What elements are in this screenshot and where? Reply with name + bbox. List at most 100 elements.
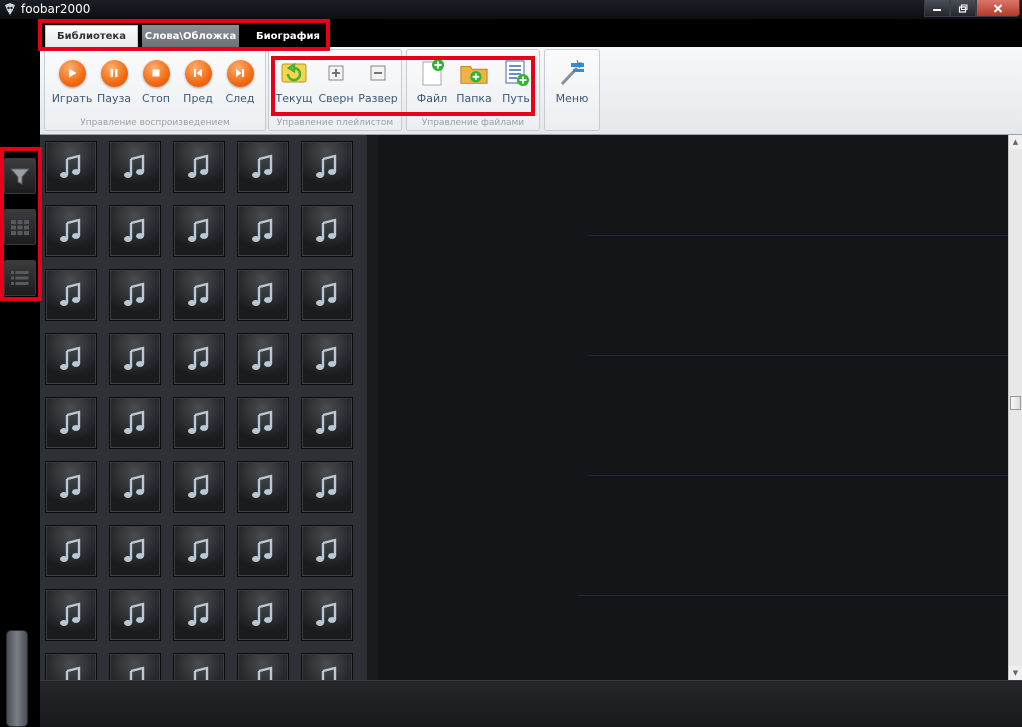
music-note-icon	[316, 346, 337, 370]
album-thumbnail[interactable]	[45, 461, 97, 513]
album-thumbnail[interactable]	[237, 589, 289, 641]
album-thumbnail[interactable]	[237, 205, 289, 257]
add-folder-button[interactable]: Папка	[453, 56, 495, 112]
next-label: След	[225, 92, 255, 105]
album-thumbnail[interactable]	[301, 397, 353, 449]
previous-button[interactable]: Пред	[177, 56, 219, 112]
music-note-icon	[188, 410, 209, 434]
music-note-icon	[316, 538, 337, 562]
album-thumbnail[interactable]	[173, 653, 225, 680]
menu-button[interactable]: Меню	[551, 56, 593, 112]
playlist-scrollbar[interactable]: ▲ ▼	[1008, 135, 1022, 680]
album-thumbnail[interactable]	[237, 269, 289, 321]
music-note-icon	[321, 666, 337, 680]
album-thumbnail[interactable]	[109, 589, 161, 641]
album-thumbnail[interactable]	[109, 141, 161, 193]
album-thumbnail[interactable]	[109, 653, 161, 680]
close-button[interactable]	[976, 0, 1020, 17]
album-thumbnail[interactable]	[301, 589, 353, 641]
pause-button[interactable]: Пауза	[93, 56, 135, 112]
album-thumbnail[interactable]	[109, 525, 161, 577]
current-playlist-button[interactable]: Текущ	[273, 56, 315, 112]
album-thumbnail[interactable]	[45, 205, 97, 257]
album-thumbnail[interactable]	[237, 397, 289, 449]
filter-button[interactable]	[4, 158, 36, 194]
album-thumbnail[interactable]	[173, 589, 225, 641]
album-thumbnail[interactable]	[173, 269, 225, 321]
album-thumbnail[interactable]	[109, 205, 161, 257]
album-thumbnail[interactable]	[237, 525, 289, 577]
close-icon	[993, 3, 1003, 13]
album-thumbnail[interactable]	[301, 141, 353, 193]
music-note-icon	[252, 346, 273, 370]
next-button[interactable]: След	[219, 56, 261, 112]
add-path-button[interactable]: Путь	[495, 56, 537, 112]
previous-icon	[184, 59, 212, 87]
foobar2000-window: foobar2000 Библиотека Слова\Обложка Биог…	[0, 0, 1022, 727]
album-thumbnail[interactable]	[173, 461, 225, 513]
album-thumbnail[interactable]	[173, 397, 225, 449]
album-thumbnail[interactable]	[45, 397, 97, 449]
current-playlist-icon	[279, 58, 309, 88]
expand-icon	[363, 58, 393, 88]
stop-icon	[142, 59, 170, 87]
album-thumbnail[interactable]	[301, 461, 353, 513]
playlist-scroll-thumb[interactable]	[1010, 396, 1021, 410]
album-thumbnail[interactable]	[237, 461, 289, 513]
album-thumbnail[interactable]	[109, 397, 161, 449]
scroll-up-arrow-icon[interactable]: ▲	[1009, 135, 1022, 149]
music-note-icon	[188, 282, 209, 306]
stop-label: Стоп	[141, 92, 170, 105]
minimize-button[interactable]	[924, 0, 950, 17]
expand-button[interactable]: Развер	[357, 56, 399, 112]
stop-button[interactable]: Стоп	[135, 56, 177, 112]
album-thumbnail[interactable]	[237, 141, 289, 193]
album-thumbnail[interactable]	[45, 525, 97, 577]
tab-lyrics-cover[interactable]: Слова\Обложка	[142, 25, 239, 47]
album-thumbnail[interactable]	[301, 525, 353, 577]
grid-view-button[interactable]	[4, 209, 36, 245]
tab-library[interactable]: Библиотека	[45, 25, 138, 47]
music-note-icon	[252, 282, 273, 306]
list-view-button[interactable]	[4, 260, 36, 296]
album-thumbnail[interactable]	[173, 205, 225, 257]
left-scroll-handle[interactable]	[6, 630, 28, 727]
album-thumbnail[interactable]	[45, 653, 97, 680]
album-thumbnail[interactable]	[45, 333, 97, 385]
album-thumbnail[interactable]	[301, 269, 353, 321]
ribbon-toolbar: Играть Пауза Стоп Пред След Управление в…	[40, 47, 1022, 135]
restore-button[interactable]	[950, 0, 976, 17]
music-note-icon	[65, 666, 81, 680]
album-thumbnail[interactable]	[173, 525, 225, 577]
album-thumbnail[interactable]	[45, 141, 97, 193]
album-thumbnail[interactable]	[237, 653, 289, 680]
album-thumbnail[interactable]	[173, 333, 225, 385]
album-thumbnail[interactable]	[109, 461, 161, 513]
music-note-icon	[188, 538, 209, 562]
album-thumbnail[interactable]	[173, 141, 225, 193]
playlist-group: Текущ Сверн Развер Управление плейлистом	[268, 49, 402, 131]
scroll-down-arrow-icon[interactable]: ▼	[1009, 666, 1022, 680]
play-label: Играть	[51, 92, 93, 105]
album-thumbnail[interactable]	[301, 653, 353, 680]
collapse-button[interactable]: Сверн	[315, 56, 357, 112]
album-thumbnail[interactable]	[301, 205, 353, 257]
music-note-icon	[124, 410, 145, 434]
album-thumbnail[interactable]	[45, 269, 97, 321]
album-thumbnail[interactable]	[301, 333, 353, 385]
music-note-icon	[316, 474, 337, 498]
music-note-icon	[188, 602, 209, 626]
album-thumbnail[interactable]	[45, 589, 97, 641]
add-file-button[interactable]: Файл	[411, 56, 453, 112]
music-note-icon	[60, 410, 81, 434]
album-thumbnail[interactable]	[109, 269, 161, 321]
album-thumbnail[interactable]	[237, 333, 289, 385]
previous-label: Пред	[183, 92, 213, 105]
play-button[interactable]: Играть	[51, 56, 93, 112]
album-thumbnail[interactable]	[109, 333, 161, 385]
playlist-row-divider	[588, 235, 1008, 236]
panel-splitter[interactable]	[366, 135, 378, 680]
music-note-icon	[124, 346, 145, 370]
music-note-icon	[316, 218, 337, 242]
tab-biography[interactable]: Биография	[243, 25, 333, 47]
